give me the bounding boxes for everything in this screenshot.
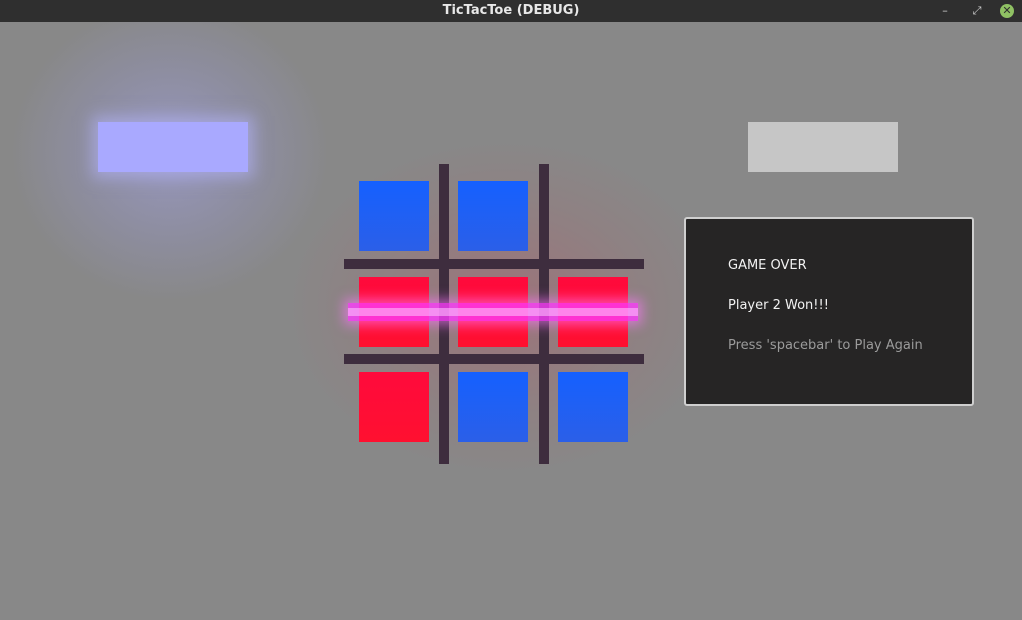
board-cell-0-2[interactable] (558, 181, 628, 251)
game-over-title: GAME OVER (728, 258, 807, 273)
window-title: TicTacToe (DEBUG) (442, 3, 580, 18)
maximize-icon[interactable]: ⤢ (968, 2, 986, 20)
player2-indicator (748, 122, 898, 172)
window-controls: – ⤢ ✕ (936, 2, 1014, 20)
minimize-icon[interactable]: – (936, 2, 954, 20)
board-cell-2-1[interactable] (458, 372, 528, 442)
grid-line-horizontal-1 (344, 259, 644, 269)
board-cell-0-0[interactable] (359, 181, 429, 251)
winner-message: Player 2 Won!!! (728, 298, 829, 313)
board-cell-2-2[interactable] (558, 372, 628, 442)
winning-line-core (348, 308, 638, 316)
window-titlebar[interactable]: TicTacToe (DEBUG) – ⤢ ✕ (0, 0, 1022, 22)
grid-line-horizontal-2 (344, 354, 644, 364)
play-again-hint: Press 'spacebar' to Play Again (728, 338, 923, 353)
game-over-panel: GAME OVER Player 2 Won!!! Press 'spaceba… (684, 217, 974, 406)
game-viewport[interactable]: GAME OVER Player 2 Won!!! Press 'spaceba… (0, 22, 1022, 620)
close-icon[interactable]: ✕ (1000, 4, 1014, 18)
winning-line (348, 303, 638, 321)
player1-indicator (98, 122, 248, 172)
game-board[interactable] (344, 164, 644, 464)
board-cell-2-0[interactable] (359, 372, 429, 442)
board-cell-0-1[interactable] (458, 181, 528, 251)
